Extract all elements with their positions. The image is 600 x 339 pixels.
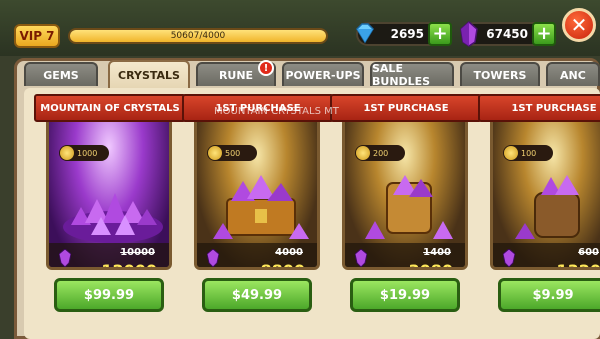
coin-icon [208, 146, 222, 160]
tab-sale-bundles[interactable]: SALE BUNDLES [370, 62, 454, 88]
crystal-icon [503, 249, 515, 267]
coin-icon [504, 146, 518, 160]
bonus-amount: 8800 [260, 261, 305, 267]
rune-alert-icon: ! [258, 60, 274, 76]
close-button[interactable]: ✕ [562, 8, 596, 42]
treasure-chest-icon [213, 175, 309, 239]
crystal-counter: 67450 + [460, 21, 556, 47]
bonus-amount: 1320 [556, 261, 600, 267]
offer-card: 1000 10000 12000 MOUNTAIN OF CRYSTALS [34, 94, 186, 324]
buy-button[interactable]: $9.99 [498, 278, 600, 312]
crystal-barrel-icon [515, 175, 580, 239]
offer-card: 200 1400 3080 1ST PURCHASE $19.99 [330, 94, 482, 324]
original-amount: 10000 [120, 247, 155, 258]
vip-badge[interactable]: VIP 7 [14, 24, 60, 48]
crystal-icon [207, 249, 219, 267]
tab-gems[interactable]: GEMS [24, 62, 98, 86]
crystal-bag-icon [365, 175, 453, 239]
crystal-icon [59, 249, 71, 267]
crystal-icon [355, 249, 367, 267]
bonus-badge: 200 [355, 145, 405, 161]
bonus-badge: 100 [503, 145, 553, 161]
offer-image: 200 1400 3080 [342, 104, 468, 270]
watermark-text: MOUNTAIN CRYSTALS MT [214, 106, 339, 117]
bonus-badge: 1000 [59, 145, 109, 161]
tab-anc[interactable]: ANC [546, 62, 600, 86]
offer-image: 500 4000 8800 [194, 104, 320, 270]
add-crystals-button[interactable]: + [532, 22, 556, 46]
offer-title-ribbon: MOUNTAIN OF CRYSTALS [34, 94, 186, 122]
offer-title-ribbon: 1ST PURCHASE [478, 94, 600, 122]
offer-card: 100 600 1320 1ST PURCHASE $9.99 [478, 94, 600, 324]
bonus-amount: 12000 [101, 261, 157, 267]
tab-towers[interactable]: TOWERS [460, 62, 540, 86]
offer-card: 500 4000 8800 1ST PURCHASE $49.99 [182, 94, 334, 324]
amount-panel: 4000 8800 [197, 243, 317, 267]
add-diamonds-button[interactable]: + [428, 22, 452, 46]
offer-image: 1000 10000 12000 [46, 104, 172, 270]
offer-title-ribbon: 1ST PURCHASE [330, 94, 482, 122]
original-amount: 1400 [423, 247, 451, 258]
original-amount: 4000 [275, 247, 303, 258]
xp-text: 50607/4000 [170, 31, 226, 41]
tab-power-ups[interactable]: POWER-UPS [282, 62, 364, 86]
bonus-amount: 3080 [408, 261, 453, 267]
bonus-badge: 500 [207, 145, 257, 161]
buy-button[interactable]: $99.99 [54, 278, 164, 312]
amount-panel: 600 1320 [493, 243, 600, 267]
amount-panel: 10000 12000 [49, 243, 169, 267]
offer-image: 100 600 1320 [490, 104, 600, 270]
diamond-counter: 2695 + [356, 22, 452, 46]
crystal-amount: 67450 [486, 27, 528, 41]
crystal-pile-icon [63, 193, 163, 243]
game-screen: VIP 7 50607/4000 2695 + 67450 + ✕ GEMS C… [0, 0, 600, 339]
diamond-icon [352, 20, 378, 49]
buy-button[interactable]: $19.99 [350, 278, 460, 312]
coin-icon [356, 146, 370, 160]
coin-icon [60, 146, 74, 160]
original-amount: 600 [578, 247, 599, 258]
tab-crystals[interactable]: CRYSTALS [108, 60, 190, 88]
amount-panel: 1400 3080 [345, 243, 465, 267]
buy-button[interactable]: $49.99 [202, 278, 312, 312]
xp-bar: 50607/4000 [68, 28, 328, 44]
diamond-amount: 2695 [390, 27, 424, 41]
crystal-icon [458, 20, 480, 51]
